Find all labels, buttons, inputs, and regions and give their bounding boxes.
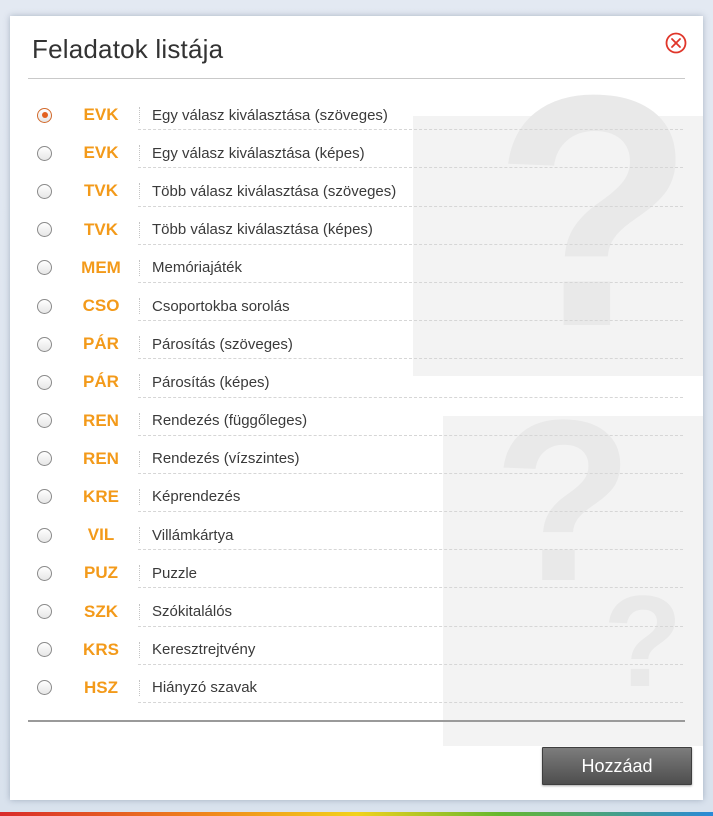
row-separator (139, 565, 141, 582)
task-label: Egy válasz kiválasztása (szöveges) (152, 106, 388, 124)
task-code: PÁR (83, 372, 119, 392)
task-code: EVK (83, 105, 119, 125)
row-separator (139, 107, 141, 124)
task-radio[interactable] (37, 451, 52, 467)
task-type-list: EVK Egy válasz kiválasztása (szöveges) EVK… (28, 96, 683, 707)
task-code: KRS (83, 639, 119, 659)
task-label: Hiányzó szavak (152, 679, 258, 697)
task-radio[interactable] (37, 374, 52, 390)
task-row[interactable]: TVK Több válasz kiválasztása (képes) (28, 211, 683, 249)
task-code: REN (83, 448, 119, 468)
task-radio[interactable] (37, 527, 52, 543)
window-background: ? ? ? Feladatok listája EVK Egy válasz ki… (0, 0, 713, 816)
task-row[interactable]: KRE Képrendezés (28, 478, 683, 516)
task-code: SZK (84, 601, 118, 621)
task-radio[interactable] (37, 680, 52, 696)
task-radio[interactable] (37, 222, 52, 238)
row-separator (139, 641, 141, 658)
task-radio[interactable] (37, 489, 52, 505)
row-separator (139, 603, 141, 620)
task-label: Több válasz kiválasztása (képes) (152, 221, 373, 239)
task-radio[interactable] (37, 565, 52, 581)
task-row[interactable]: CSO Csoportokba sorolás (28, 287, 683, 325)
task-radio[interactable] (37, 298, 52, 314)
row-separator (139, 298, 141, 315)
task-code: PÁR (83, 334, 119, 354)
task-row[interactable]: EVK Egy válasz kiválasztása (képes) (28, 134, 683, 172)
task-label: Szókitalálós (152, 603, 233, 621)
task-list-dialog: ? ? ? Feladatok listája EVK Egy válasz ki… (10, 16, 703, 800)
task-label: Több válasz kiválasztása (szöveges) (152, 182, 397, 200)
task-code: KRE (83, 486, 119, 506)
task-code: VIL (87, 525, 115, 545)
task-label: Képrendezés (152, 488, 241, 506)
task-label: Párosítás (szöveges) (152, 335, 293, 353)
row-separator (139, 183, 141, 200)
task-code: REN (83, 410, 119, 430)
task-row[interactable]: SZK Szókitalálós (28, 592, 683, 630)
task-row[interactable]: TVK Több válasz kiválasztása (szöveges) (28, 172, 683, 210)
task-row[interactable]: VIL Villámkártya (28, 516, 683, 554)
row-separator (139, 145, 141, 162)
task-radio[interactable] (37, 145, 52, 161)
row-separator (139, 488, 141, 505)
task-label: Egy válasz kiválasztása (képes) (152, 144, 365, 162)
row-separator (139, 374, 141, 391)
task-label: Rendezés (vízszintes) (152, 450, 300, 468)
row-separator (139, 679, 141, 696)
task-label: Memóriajáték (152, 259, 243, 277)
task-code: HSZ (84, 677, 118, 697)
row-separator (139, 527, 141, 544)
row-separator (139, 259, 141, 276)
task-label: Villámkártya (152, 526, 234, 544)
task-code: MEM (81, 257, 121, 277)
task-radio[interactable] (37, 183, 52, 199)
task-radio[interactable] (37, 642, 52, 658)
task-row[interactable]: EVK Egy válasz kiválasztása (szöveges) (28, 96, 683, 134)
task-radio[interactable] (37, 107, 52, 123)
task-label: Párosítás (képes) (152, 373, 270, 391)
task-row[interactable]: MEM Memóriajáték (28, 249, 683, 287)
task-label: Csoportokba sorolás (152, 297, 290, 315)
task-label: Keresztrejtvény (152, 641, 256, 659)
task-row[interactable]: PÁR Párosítás (szöveges) (28, 325, 683, 363)
row-separator (139, 412, 141, 429)
title-divider (28, 78, 685, 79)
footer-divider (28, 720, 685, 722)
task-row[interactable]: REN Rendezés (függőleges) (28, 402, 683, 440)
task-label: Puzzle (152, 564, 198, 582)
row-separator (139, 336, 141, 353)
row-separator (139, 221, 141, 238)
task-row[interactable]: KRS Keresztrejtvény (28, 631, 683, 669)
task-radio[interactable] (37, 604, 52, 620)
dialog-title: Feladatok listája (32, 34, 224, 64)
task-radio[interactable] (37, 336, 52, 352)
task-code: EVK (83, 143, 119, 163)
rainbow-bar (0, 812, 713, 816)
task-row[interactable]: HSZ Hiányzó szavak (28, 669, 683, 707)
task-row[interactable]: REN Rendezés (vízszintes) (28, 440, 683, 478)
add-button[interactable]: Hozzáad (542, 747, 692, 785)
row-separator (139, 450, 141, 467)
task-label: Rendezés (függőleges) (152, 412, 308, 430)
task-code: TVK (84, 181, 118, 201)
task-code: TVK (84, 219, 118, 239)
task-row[interactable]: PÁR Párosítás (képes) (28, 363, 683, 401)
task-code: CSO (82, 296, 120, 316)
task-radio[interactable] (37, 413, 52, 429)
task-code: PUZ (84, 563, 118, 583)
task-radio[interactable] (37, 260, 52, 276)
close-icon[interactable] (665, 32, 687, 54)
task-row[interactable]: PUZ Puzzle (28, 554, 683, 592)
